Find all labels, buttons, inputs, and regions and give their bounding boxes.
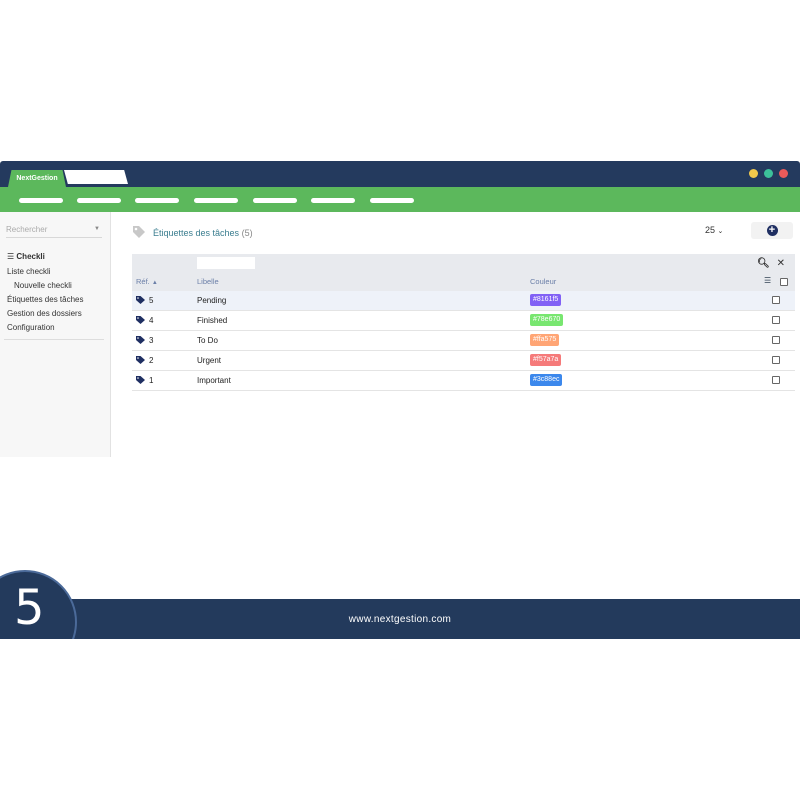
row-ref[interactable]: 4: [149, 316, 153, 325]
page-title-text: Étiquettes des tâches: [153, 228, 240, 238]
tags-table: 🔍︎ ✕ Réf. ▲ Libelle Couleur ☰ 5 Pending #8…: [132, 254, 795, 391]
nav-item-4[interactable]: [194, 198, 238, 203]
table-row[interactable]: 2 Urgent #f57a7a: [132, 351, 795, 371]
color-badge: #8161f5: [530, 294, 562, 306]
nav-item-1[interactable]: [19, 198, 63, 203]
sidebar-divider: [4, 339, 104, 340]
plus-circle-icon: +: [766, 225, 778, 236]
per-page-select[interactable]: 25 ⌄: [705, 225, 723, 235]
sidebar-heading-checkli[interactable]: ☰ Checkli: [7, 252, 45, 261]
stage: NextGestion Rechercher ▼ ☰ Checkli Liste…: [0, 0, 800, 639]
sidebar-item-etiquettes[interactable]: Étiquettes des tâches: [7, 295, 84, 304]
header-ref[interactable]: Réf. ▲: [136, 277, 158, 286]
nav-item-2[interactable]: [77, 198, 121, 203]
app-window: NextGestion Rechercher ▼ ☰ Checkli Liste…: [0, 161, 800, 639]
sidebar-item-nouvelle-checkli[interactable]: Nouvelle checkli: [14, 281, 72, 290]
header-ref-label: Réf.: [136, 277, 150, 286]
sort-up-icon: ▲: [151, 280, 158, 286]
table-row[interactable]: 5 Pending #8161f5: [132, 291, 795, 311]
sidebar-item-liste-checkli[interactable]: Liste checkli: [7, 267, 51, 276]
search-placeholder: Rechercher: [6, 225, 48, 234]
color-badge: #78e670: [530, 314, 564, 326]
filter-input[interactable]: [197, 257, 255, 269]
maximize-button[interactable]: [764, 169, 773, 178]
footer-url: www.nextgestion.com: [348, 614, 452, 625]
per-page-value: 25: [705, 225, 716, 235]
top-navbar: [0, 187, 800, 212]
row-checkbox[interactable]: [772, 356, 780, 364]
tag-icon: [136, 296, 145, 304]
footer: www.nextgestion.com: [0, 599, 800, 639]
row-checkbox[interactable]: [772, 296, 780, 304]
tag-icon: [136, 336, 145, 344]
header-actions: 🔍︎ ✕: [757, 258, 785, 269]
tab-nextgestion[interactable]: NextGestion: [8, 170, 66, 187]
close-button[interactable]: [779, 169, 788, 178]
sidebar-item-gestion-dossiers[interactable]: Gestion des dossiers: [7, 309, 82, 318]
row-checkbox[interactable]: [772, 336, 780, 344]
color-badge: #ffa575: [530, 334, 560, 346]
row-libelle: Urgent: [197, 356, 222, 365]
header-couleur[interactable]: Couleur: [530, 277, 556, 286]
color-badge: #f57a7a: [530, 354, 562, 366]
row-libelle: Pending: [197, 296, 227, 305]
sidebar-heading-label: Checkli: [16, 252, 45, 261]
nav-item-5[interactable]: [253, 198, 297, 203]
page-title: Étiquettes des tâches (5): [153, 228, 253, 238]
table-row[interactable]: 3 To Do #ffa575: [132, 331, 795, 351]
nav-item-7[interactable]: [370, 198, 414, 203]
nav-item-3[interactable]: [135, 198, 179, 203]
close-icon[interactable]: ✕: [777, 258, 785, 269]
tab-blank[interactable]: [64, 170, 128, 184]
search-icon[interactable]: 🔍︎: [757, 258, 770, 269]
tag-icon: [136, 356, 145, 364]
table-row[interactable]: 4 Finished #78e670: [132, 311, 795, 331]
row-checkbox[interactable]: [772, 376, 780, 384]
table-header: 🔍︎ ✕ Réf. ▲ Libelle Couleur ☰: [132, 254, 795, 291]
row-libelle: Finished: [197, 316, 228, 325]
select-all-checkbox[interactable]: [780, 278, 788, 286]
row-ref[interactable]: 3: [149, 336, 153, 345]
record-count: (5): [241, 228, 253, 238]
sidebar-item-configuration[interactable]: Configuration: [7, 323, 55, 332]
search-input[interactable]: Rechercher ▼: [6, 225, 102, 238]
title-bar: NextGestion: [0, 161, 800, 187]
add-button[interactable]: +: [751, 222, 793, 239]
chevron-down-icon: ⌄: [717, 228, 724, 235]
row-ref[interactable]: 5: [149, 296, 153, 305]
tag-icon: [136, 316, 145, 324]
tag-icon: [136, 376, 145, 384]
chevron-down-icon[interactable]: ▼: [94, 226, 100, 232]
table-row[interactable]: 1 Important #3c88ec: [132, 371, 795, 391]
list-icon: ☰: [7, 252, 15, 261]
row-libelle: Important: [197, 376, 231, 385]
window-controls: [749, 169, 788, 178]
step-number: 5: [14, 580, 45, 636]
row-libelle: To Do: [197, 336, 218, 345]
sidebar: Rechercher ▼ ☰ Checkli Liste checkli Nou…: [0, 212, 111, 457]
row-checkbox[interactable]: [772, 316, 780, 324]
row-ref[interactable]: 2: [149, 356, 153, 365]
color-badge: #3c88ec: [530, 374, 563, 386]
minimize-button[interactable]: [749, 169, 758, 178]
tag-icon: [133, 226, 145, 238]
nav-item-6[interactable]: [311, 198, 355, 203]
row-ref[interactable]: 1: [149, 376, 153, 385]
header-libelle[interactable]: Libelle: [197, 277, 219, 286]
list-icon[interactable]: ☰: [764, 276, 771, 285]
